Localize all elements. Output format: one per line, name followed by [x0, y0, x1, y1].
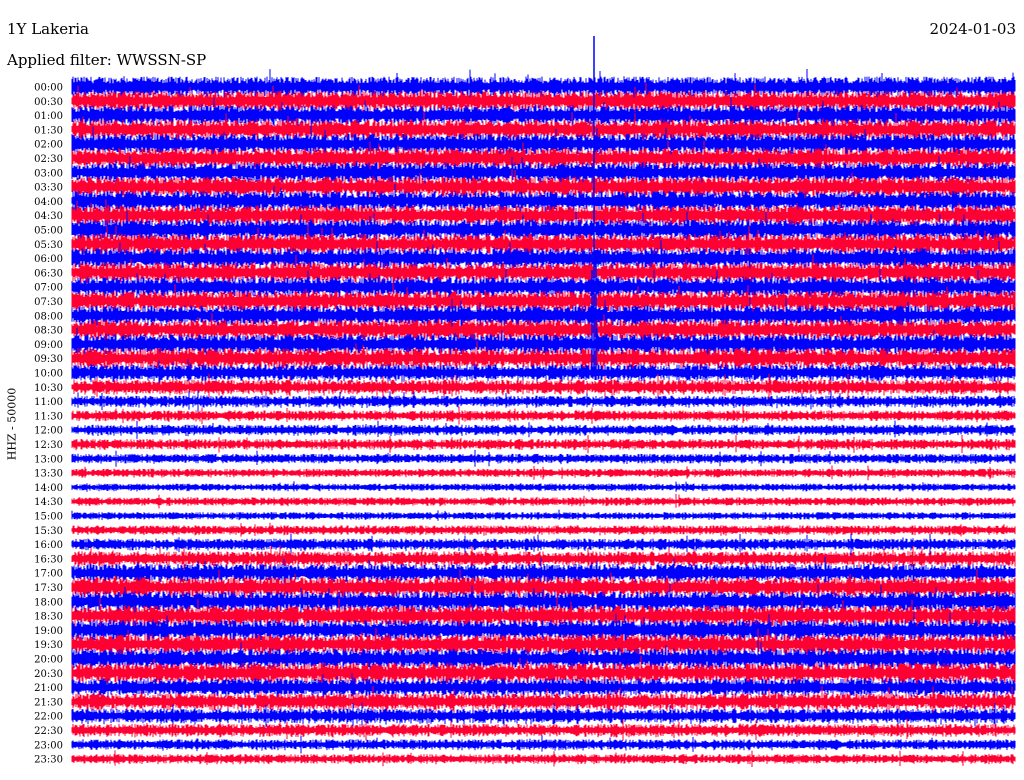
row-time-label: 02:00 — [34, 140, 63, 151]
seismic-trace — [71, 481, 1016, 492]
row-time-label: 06:00 — [34, 254, 63, 265]
row-time-label: 05:00 — [34, 226, 63, 237]
row-time-label: 10:00 — [34, 369, 63, 380]
row-time-label: 02:30 — [34, 154, 63, 165]
row-time-label: 18:30 — [34, 612, 63, 623]
row-time-label: 06:30 — [34, 268, 63, 279]
row-time-label: 14:00 — [34, 483, 63, 494]
row-time-label: 17:00 — [34, 569, 63, 580]
row-time-label: 16:00 — [34, 540, 63, 551]
row-time-label: 22:00 — [34, 712, 63, 723]
row-time-label: 01:00 — [34, 111, 63, 122]
row-time-label: 11:30 — [34, 411, 63, 422]
row-time-label: 14:30 — [34, 497, 63, 508]
row-time-label: 00:30 — [34, 97, 63, 108]
helicorder-plot: 00:00 00:30 01:00 01:30 02:00 02:30 03:00 03:30… — [34, 36, 1016, 767]
row-time-label: 17:30 — [34, 583, 63, 594]
row-time-label: 15:30 — [34, 526, 63, 537]
seismic-trace — [71, 522, 1016, 537]
seismic-trace — [71, 390, 1016, 413]
row-time-label: 13:30 — [34, 469, 63, 480]
row-time-label: 21:00 — [34, 683, 63, 694]
seismic-trace — [71, 435, 1016, 454]
seismic-trace — [71, 735, 1016, 754]
row-time-label: 15:00 — [34, 512, 63, 523]
seismic-trace — [71, 750, 1016, 767]
seismic-trace — [71, 718, 1016, 741]
row-time-label: 11:00 — [34, 397, 63, 408]
row-time-label: 00:00 — [34, 83, 63, 94]
row-time-label: 04:30 — [34, 211, 63, 222]
seismic-trace — [71, 406, 1016, 425]
seismic-trace — [71, 420, 1016, 439]
row-time-label: 07:00 — [34, 283, 63, 294]
row-time-label: 16:30 — [34, 554, 63, 565]
row-time-label: 22:30 — [34, 726, 63, 737]
row-time-label: 21:30 — [34, 697, 63, 708]
row-time-label: 23:00 — [34, 740, 63, 751]
row-time-label: 04:00 — [34, 197, 63, 208]
seismic-trace — [71, 449, 1016, 467]
row-time-label: 20:00 — [34, 655, 63, 666]
row-time-label: 09:30 — [34, 354, 63, 365]
row-time-label: 23:30 — [34, 755, 63, 766]
row-time-label: 03:00 — [34, 168, 63, 179]
row-time-label: 09:00 — [34, 340, 63, 351]
row-time-label: 20:30 — [34, 669, 63, 680]
seismic-trace — [71, 509, 1016, 521]
row-time-label: 10:30 — [34, 383, 63, 394]
row-time-label: 19:30 — [34, 640, 63, 651]
row-time-label: 08:00 — [34, 311, 63, 322]
row-time-label: 05:30 — [34, 240, 63, 251]
row-time-label: 12:30 — [34, 440, 63, 451]
seismic-trace — [71, 493, 1016, 509]
row-time-label: 01:30 — [34, 125, 63, 136]
row-time-label: 08:30 — [34, 326, 63, 337]
row-time-label: 07:30 — [34, 297, 63, 308]
seismic-trace — [71, 465, 1016, 481]
row-time-label: 19:00 — [34, 626, 63, 637]
row-time-label: 03:30 — [34, 183, 63, 194]
row-time-label: 12:00 — [34, 426, 63, 437]
row-time-label: 18:00 — [34, 597, 63, 608]
row-time-label: 13:00 — [34, 454, 63, 465]
